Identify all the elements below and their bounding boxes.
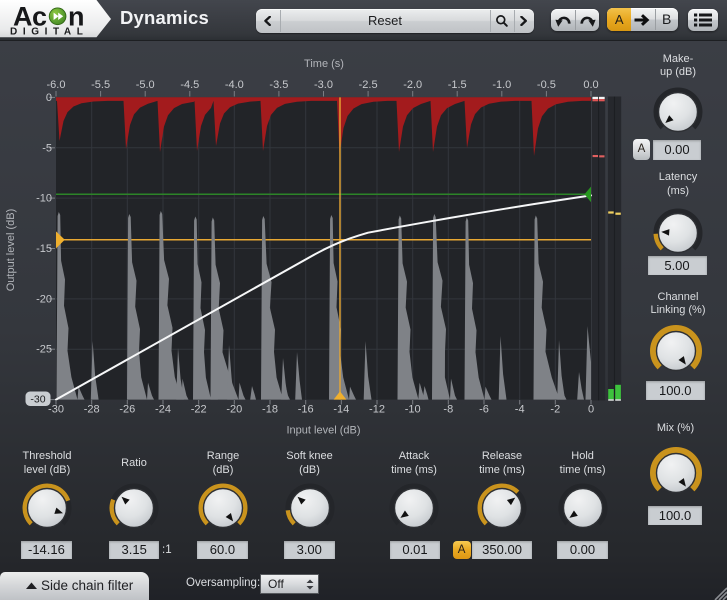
svg-text:0.0: 0.0: [583, 79, 598, 91]
svg-text:-5: -5: [42, 142, 52, 154]
svg-text:-8: -8: [443, 404, 453, 416]
svg-text:-5.0: -5.0: [136, 79, 155, 91]
svg-text:-14: -14: [333, 404, 349, 416]
svg-text:-2.5: -2.5: [359, 79, 378, 91]
svg-text:-30: -30: [30, 394, 45, 406]
svg-text:-15: -15: [36, 243, 52, 255]
svg-text:-20: -20: [226, 404, 242, 416]
svg-text:-10: -10: [405, 404, 421, 416]
svg-text:-4.0: -4.0: [225, 79, 244, 91]
svg-text:-16: -16: [298, 404, 314, 416]
svg-text:-5.5: -5.5: [91, 79, 110, 91]
svg-text:0: 0: [588, 404, 594, 416]
svg-text:-28: -28: [84, 404, 100, 416]
svg-text:-18: -18: [262, 404, 278, 416]
svg-text:-4.5: -4.5: [180, 79, 199, 91]
svg-text:-12: -12: [369, 404, 385, 416]
svg-text:-6.0: -6.0: [47, 79, 66, 91]
svg-text:-20: -20: [36, 293, 52, 305]
svg-text:Input level (dB): Input level (dB): [287, 425, 361, 437]
svg-text:Time (s): Time (s): [304, 58, 344, 70]
svg-text:-0.5: -0.5: [537, 79, 556, 91]
svg-text:-1.5: -1.5: [448, 79, 467, 91]
svg-text:-2: -2: [550, 404, 560, 416]
svg-text:-3.5: -3.5: [269, 79, 288, 91]
svg-text:-30: -30: [48, 404, 64, 416]
svg-text:Output level (dB): Output level (dB): [5, 209, 17, 292]
svg-text:-22: -22: [191, 404, 207, 416]
svg-text:-10: -10: [36, 193, 52, 205]
svg-text:-3.0: -3.0: [314, 79, 333, 91]
svg-text:-24: -24: [155, 404, 171, 416]
svg-text:-2.0: -2.0: [403, 79, 422, 91]
svg-text:-6: -6: [479, 404, 489, 416]
svg-text:-4: -4: [515, 404, 525, 416]
svg-text:-1.0: -1.0: [492, 79, 511, 91]
svg-text:-26: -26: [119, 404, 135, 416]
svg-text:-25: -25: [36, 344, 52, 356]
svg-text:0: 0: [46, 92, 52, 104]
